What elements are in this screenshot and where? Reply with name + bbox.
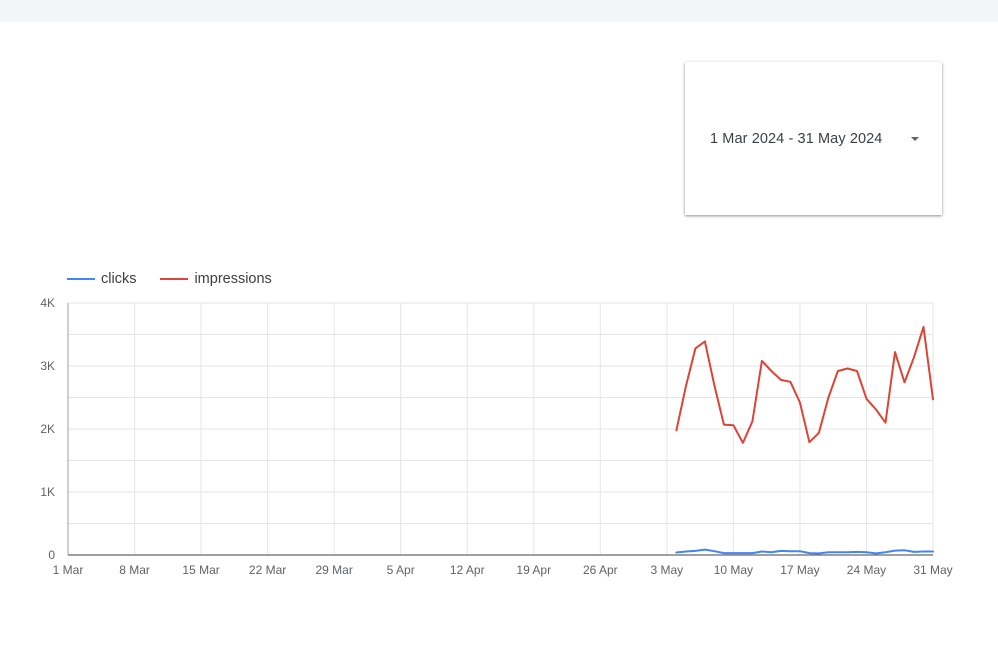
- x-tick-label: 10 May: [714, 563, 753, 577]
- x-tick-label: 22 Mar: [249, 563, 286, 577]
- y-tick-label: 3K: [40, 359, 55, 373]
- x-tick-label: 8 Mar: [119, 563, 150, 577]
- y-tick-label: 0: [48, 548, 55, 562]
- x-tick-label: 26 Apr: [583, 563, 618, 577]
- series-line-impressions: [675, 325, 934, 444]
- x-tick-label: 1 Mar: [53, 563, 84, 577]
- x-tick-label: 19 Apr: [516, 563, 551, 577]
- x-tick-label: 29 Mar: [315, 563, 352, 577]
- x-tick-label: 3 May: [651, 563, 684, 577]
- series-line-clicks: [675, 548, 934, 555]
- x-tick-label: 31 May: [913, 563, 952, 577]
- x-tick-label: 24 May: [847, 563, 886, 577]
- y-tick-label: 1K: [40, 485, 55, 499]
- line-chart: 0 1K 2K 3K 4K 1 Mar 8 Mar 15 Mar 22 Mar 29 Mar 5 A…: [40, 296, 952, 577]
- y-tick-label: 4K: [40, 296, 55, 310]
- x-tick-label: 17 May: [780, 563, 819, 577]
- x-tick-label: 5 Apr: [387, 563, 415, 577]
- x-tick-label: 15 Mar: [182, 563, 219, 577]
- y-tick-label: 2K: [40, 422, 55, 436]
- x-tick-label: 12 Apr: [450, 563, 485, 577]
